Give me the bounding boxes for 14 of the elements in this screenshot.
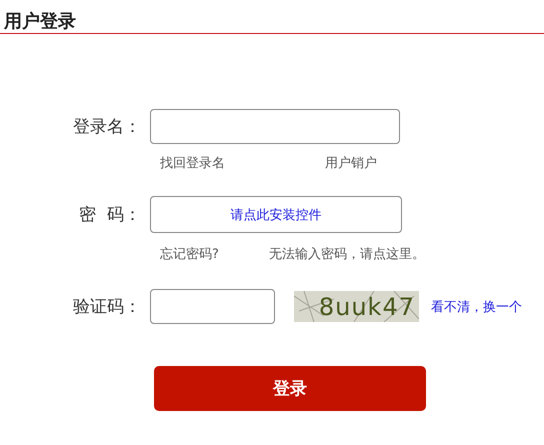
username-field[interactable] [150, 109, 400, 144]
field-label: 登录名： [72, 116, 142, 138]
captcha-field[interactable] [150, 289, 275, 324]
install-control-link[interactable]: 请点此安装控件 [150, 196, 402, 233]
captcha-image: 8uuk47 [294, 291, 419, 322]
login-button[interactable]: 登录 [154, 366, 426, 411]
field-label: 密 码： [78, 204, 142, 226]
refresh-captcha-link[interactable]: 看不清，换一个 [431, 298, 522, 316]
link[interactable]: 无法输入密码，请点这里。 [268, 245, 425, 263]
link[interactable]: 用户销户 [325, 154, 377, 172]
field-label: 验证码： [72, 296, 142, 318]
page-title: 用户登录 [4, 10, 76, 34]
link[interactable]: 找回登录名 [160, 154, 225, 172]
link[interactable]: 忘记密码? [160, 245, 219, 263]
